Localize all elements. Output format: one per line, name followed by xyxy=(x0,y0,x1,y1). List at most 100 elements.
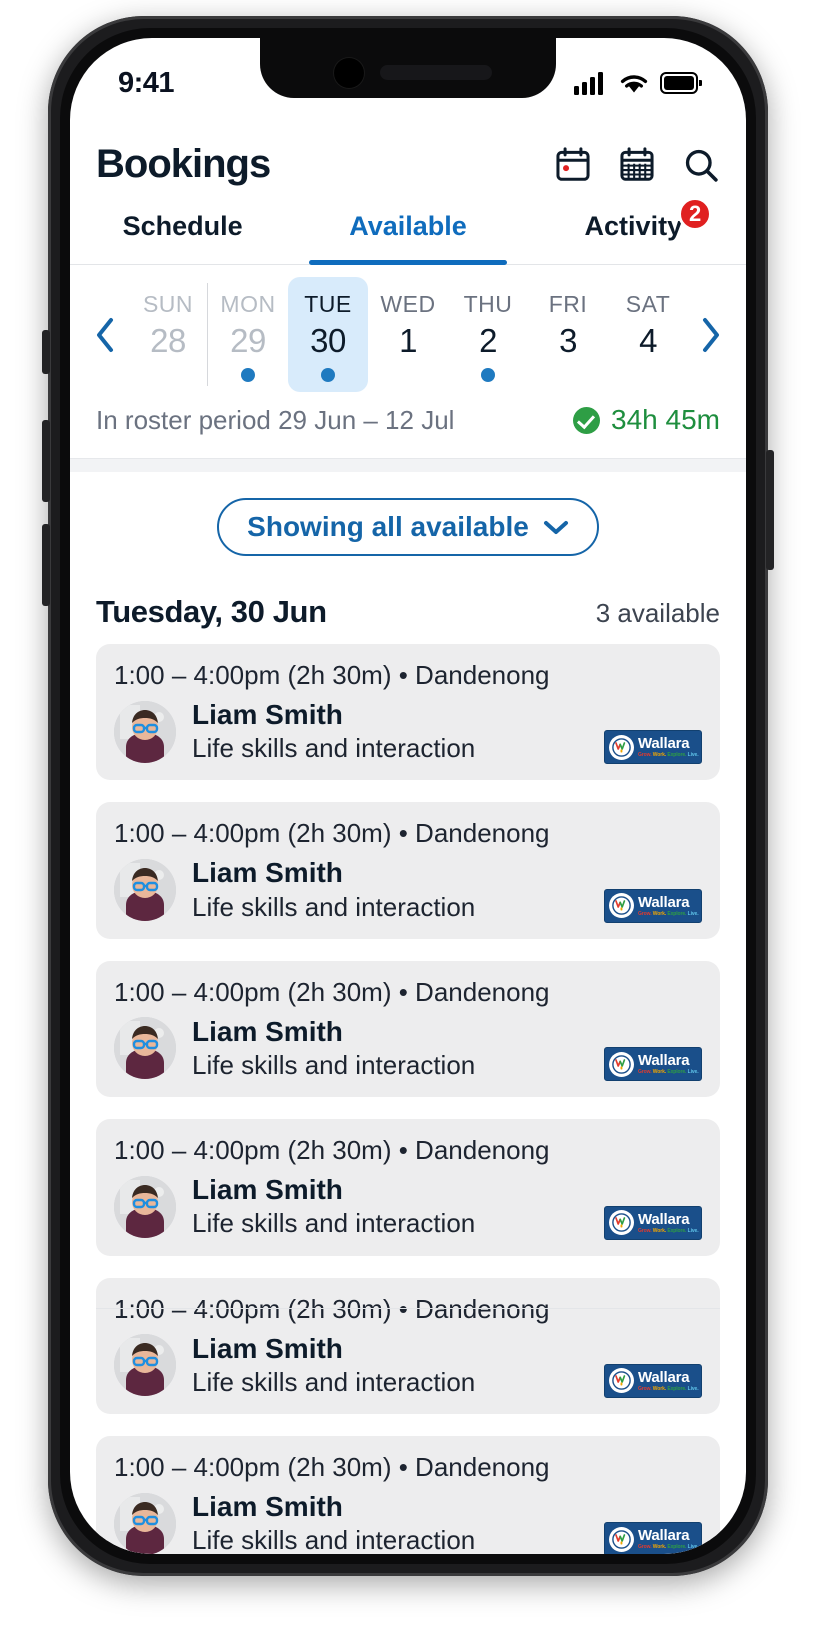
wallara-tagline: Grow. Work. Explore. Live. xyxy=(638,1385,699,1392)
avatar-photo xyxy=(114,1334,176,1397)
background-rule xyxy=(96,1307,720,1309)
front-camera-icon xyxy=(334,58,364,88)
day-cell-sun[interactable]: SUN 28 xyxy=(128,277,208,392)
booking-person: Liam Smith Life skills and interaction xyxy=(192,857,588,922)
wallara-logo: Wallara Grow. Work. Explore. Live. xyxy=(604,1205,702,1240)
day-name: SAT xyxy=(625,291,671,317)
wallara-text: Wallara Grow. Work. Explore. Live. xyxy=(638,1528,699,1550)
day-heading-title: Tuesday, 30 Jun xyxy=(96,594,327,629)
volume-up-button[interactable] xyxy=(42,420,50,502)
availability-filter-label: Showing all available xyxy=(247,511,529,542)
booking-person: Liam Smith Life skills and interaction xyxy=(192,1333,588,1398)
day-dot xyxy=(241,368,255,382)
section-divider xyxy=(70,458,746,472)
power-button[interactable] xyxy=(766,450,774,570)
wallara-w-glyph xyxy=(612,896,631,916)
day-cell-thu[interactable]: THU 2 xyxy=(448,277,528,392)
booking-card[interactable]: 1:00 – 4:00pm (2h 30m) • Dandenong Liam … xyxy=(96,802,720,939)
day-number: 1 xyxy=(399,322,417,359)
day-name: FRI xyxy=(548,291,588,317)
day-cell-mon[interactable]: MON 29 xyxy=(207,277,288,392)
screenshot-stage: 9:41 Bookings Schedule Available Activit… xyxy=(0,0,816,1648)
search-icon[interactable] xyxy=(682,146,720,184)
day-number: 29 xyxy=(230,322,266,359)
booking-time: 1:00 – 4:00pm (2h 30m) • Dandenong xyxy=(114,818,550,849)
roster-hours-value: 34h 45m xyxy=(611,404,720,435)
calendar-month-icon[interactable] xyxy=(618,146,656,184)
day-cell-tue[interactable]: TUE 30 xyxy=(288,277,368,392)
wallara-text: Wallara Grow. Work. Explore. Live. xyxy=(638,895,699,917)
wallara-w-icon xyxy=(609,1368,634,1394)
booking-body: Liam Smith Life skills and interaction W… xyxy=(114,1333,702,1398)
roster-hours: 34h 45m xyxy=(573,404,720,436)
wallara-wordmark: Wallara xyxy=(638,735,690,753)
person-name: Liam Smith xyxy=(192,1332,343,1364)
day-dot xyxy=(401,368,415,382)
phone-screen: 9:41 Bookings Schedule Available Activit… xyxy=(70,38,746,1554)
tab-schedule-label: Schedule xyxy=(122,211,243,241)
day-cell-wed[interactable]: WED 1 xyxy=(368,277,448,392)
avatar-photo xyxy=(114,859,176,922)
wallara-text: Wallara Grow. Work. Explore. Live. xyxy=(638,736,699,758)
day-number: 4 xyxy=(639,322,657,359)
person-name: Liam Smith xyxy=(192,857,343,889)
booking-time: 1:00 – 4:00pm (2h 30m) • Dandenong xyxy=(114,976,550,1007)
booking-card[interactable]: 1:00 – 4:00pm (2h 30m) • Dandenong Liam … xyxy=(96,960,720,1098)
page-title: Bookings xyxy=(96,142,271,186)
day-heading: Tuesday, 30 Jun 3 available xyxy=(70,566,746,644)
booking-card[interactable]: 1:00 – 4:00pm (2h 30m) • Dandenong Liam … xyxy=(96,1119,720,1256)
calendar-day-icon[interactable] xyxy=(554,146,592,184)
wallara-w-icon xyxy=(609,734,634,760)
next-week-button[interactable] xyxy=(688,277,732,392)
tab-schedule[interactable]: Schedule xyxy=(70,201,295,264)
wallara-tagline: Grow. Work. Explore. Live. xyxy=(638,1544,699,1551)
day-list: SUN 28 MON 29 TUE 30 WED 1 THU 2 FRI 3 S… xyxy=(128,277,688,392)
person-name: Liam Smith xyxy=(192,699,343,730)
tab-activity-label-wrap: Activity 2 xyxy=(584,197,713,242)
avatar-photo xyxy=(114,1492,176,1554)
avatar xyxy=(114,700,176,763)
volume-down-button[interactable] xyxy=(42,524,50,606)
booking-card[interactable]: 1:00 – 4:00pm (2h 30m) • Dandenong Liam … xyxy=(96,644,720,781)
mute-switch[interactable] xyxy=(42,330,50,374)
day-dot xyxy=(561,368,575,382)
booking-body: Liam Smith Life skills and interaction W… xyxy=(114,699,702,765)
booking-body: Liam Smith Life skills and interaction W… xyxy=(114,1491,702,1554)
wallara-w-icon xyxy=(609,1051,634,1077)
day-cell-fri[interactable]: FRI 3 xyxy=(528,277,608,392)
wallara-text: Wallara Grow. Work. Explore. Live. xyxy=(638,1053,699,1075)
day-cell-sat[interactable]: SAT 4 xyxy=(608,277,688,392)
booking-person: Liam Smith Life skills and interaction xyxy=(192,1174,588,1239)
tab-activity-label: Activity xyxy=(584,211,683,241)
booking-time: 1:00 – 4:00pm (2h 30m) • Dandenong xyxy=(114,1293,550,1324)
wallara-w-glyph xyxy=(612,1054,631,1074)
booking-card[interactable]: 1:00 – 4:00pm (2h 30m) • Dandenong Liam … xyxy=(96,1277,720,1414)
filter-row: Showing all available xyxy=(70,472,746,566)
day-dot xyxy=(321,368,335,382)
person-name: Liam Smith xyxy=(192,1015,343,1047)
tab-schedule-label-wrap: Schedule xyxy=(123,211,243,242)
device-notch xyxy=(260,38,556,98)
person-role: Life skills and interaction xyxy=(192,733,476,764)
tab-activity[interactable]: Activity 2 xyxy=(521,197,746,264)
availability-filter-button[interactable]: Showing all available xyxy=(217,498,599,556)
booking-person: Liam Smith Life skills and interaction xyxy=(192,1016,588,1081)
app-header: Bookings xyxy=(70,112,746,201)
day-name: THU xyxy=(463,291,513,317)
wallara-wordmark: Wallara xyxy=(638,1527,690,1545)
tab-available[interactable]: Available xyxy=(295,201,520,265)
booking-body: Liam Smith Life skills and interaction W… xyxy=(114,1174,702,1240)
booking-list: 1:00 – 4:00pm (2h 30m) • Dandenong Liam … xyxy=(70,644,746,1554)
day-name: WED xyxy=(380,291,436,317)
booking-time: 1:00 – 4:00pm (2h 30m) • Dandenong xyxy=(114,1135,550,1166)
wallara-w-glyph xyxy=(612,738,631,757)
person-role: Life skills and interaction xyxy=(192,1208,476,1239)
booking-person: Liam Smith Life skills and interaction xyxy=(192,1491,588,1554)
battery-icon xyxy=(660,72,702,94)
prev-week-button[interactable] xyxy=(84,277,128,392)
wallara-logo: Wallara Grow. Work. Explore. Live. xyxy=(604,1047,702,1082)
chevron-left-icon xyxy=(97,317,113,352)
day-number: 3 xyxy=(559,322,577,359)
earpiece-speaker xyxy=(380,65,492,80)
booking-card[interactable]: 1:00 – 4:00pm (2h 30m) • Dandenong Liam … xyxy=(96,1435,720,1554)
